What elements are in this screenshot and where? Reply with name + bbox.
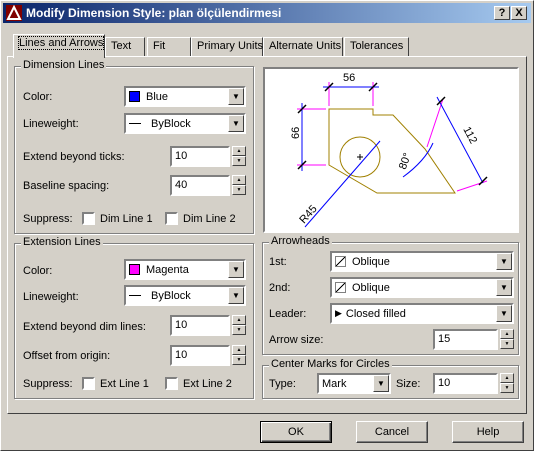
dim-line-2-label: Dim Line 2	[183, 213, 236, 225]
cancel-button[interactable]: Cancel	[356, 421, 428, 443]
help-title-button[interactable]: ?	[494, 6, 510, 20]
lineweight-sample-icon	[129, 295, 141, 296]
ext-offset-label: Offset from origin:	[23, 350, 111, 362]
dimension-preview: 56 66 112 80° R45	[263, 67, 519, 233]
arrow-size-label: Arrow size:	[269, 334, 324, 346]
ext-color-label: Color:	[23, 265, 53, 277]
dim-extend-input[interactable]: 10	[170, 146, 230, 167]
dim-color-label: Color:	[23, 91, 53, 103]
dim-baseline-label: Baseline spacing:	[23, 180, 110, 192]
tab-lines-and-arrows[interactable]: Lines and Arrows	[13, 34, 105, 58]
chevron-down-icon[interactable]: ▼	[228, 261, 244, 278]
center-type-label: Type:	[269, 378, 296, 390]
ext-offset-input[interactable]: 10	[170, 345, 230, 366]
leader-select[interactable]: ▶ Closed filled ▼	[330, 303, 514, 324]
tab-alternate-units[interactable]: Alternate Units	[263, 37, 343, 57]
ext-lineweight-label: Lineweight:	[23, 291, 79, 303]
center-size-input[interactable]: 10	[433, 373, 498, 394]
dim-color-select[interactable]: Blue ▼	[124, 86, 246, 107]
arrow-2nd-label: 2nd:	[269, 282, 291, 294]
tab-tolerances[interactable]: Tolerances	[344, 37, 409, 57]
ext-extend-input[interactable]: 10	[170, 315, 230, 336]
group-title: Extension Lines	[21, 236, 103, 248]
ext-extend-label: Extend beyond dim lines:	[23, 321, 146, 333]
arrow-1st-label: 1st:	[269, 256, 287, 268]
chevron-down-icon[interactable]: ▼	[496, 253, 512, 270]
dim-lineweight-label: Lineweight:	[23, 118, 79, 130]
ext-extend-spinner[interactable]: ▲ ▼	[232, 315, 246, 336]
chevron-down-icon[interactable]: ▼	[228, 88, 244, 105]
dim-baseline-input[interactable]: 40	[170, 175, 230, 196]
dim-line-1-checkbox[interactable]	[82, 212, 95, 225]
arrow-size-input[interactable]: 15	[433, 329, 498, 350]
preview-dim-left: 66	[290, 127, 302, 139]
preview-dim-radius: R45	[297, 203, 319, 226]
center-size-label: Size:	[396, 378, 421, 390]
close-button[interactable]: X	[511, 6, 527, 20]
group-title: Arrowheads	[269, 235, 332, 247]
dim-suppress-label: Suppress:	[23, 213, 73, 225]
chevron-down-icon[interactable]: ▼	[496, 305, 512, 322]
dialog-window: Modify Dimension Style: plan ölçülendirm…	[0, 0, 534, 451]
ext-line-2-label: Ext Line 2	[183, 378, 232, 390]
center-type-select[interactable]: Mark ▼	[317, 373, 391, 394]
ok-button[interactable]: OK	[260, 421, 332, 443]
dim-line-1-label: Dim Line 1	[100, 213, 153, 225]
center-size-spinner[interactable]: ▲ ▼	[500, 373, 514, 394]
group-title: Center Marks for Circles	[269, 358, 392, 370]
chevron-down-icon[interactable]: ▼	[228, 287, 244, 304]
lineweight-sample-icon	[129, 123, 141, 124]
dim-extend-spinner[interactable]: ▲ ▼	[232, 146, 246, 167]
autocad-app-icon	[6, 5, 22, 21]
ext-line-1-label: Ext Line 1	[100, 378, 149, 390]
leader-label: Leader:	[269, 308, 307, 320]
help-button[interactable]: Help	[452, 421, 524, 443]
dim-extend-label: Extend beyond ticks:	[23, 151, 125, 163]
ext-line-2-checkbox[interactable]	[165, 377, 178, 390]
chevron-down-icon[interactable]: ▼	[228, 115, 244, 132]
preview-dim-top: 56	[343, 72, 355, 84]
tab-text[interactable]: Text	[105, 37, 145, 57]
tab-primary-units[interactable]: Primary Units	[191, 37, 263, 57]
dim-lineweight-select[interactable]: ByBlock ▼	[124, 113, 246, 134]
dim-baseline-spinner[interactable]: ▲ ▼	[232, 175, 246, 196]
ext-offset-spinner[interactable]: ▲ ▼	[232, 345, 246, 366]
ext-color-select[interactable]: Magenta ▼	[124, 259, 246, 280]
ext-suppress-label: Suppress:	[23, 378, 73, 390]
window-title: Modify Dimension Style: plan ölçülendirm…	[26, 6, 282, 20]
dim-line-2-checkbox[interactable]	[165, 212, 178, 225]
arrow-1st-select[interactable]: Oblique ▼	[330, 251, 514, 272]
color-swatch	[129, 264, 140, 275]
oblique-arrow-icon	[335, 282, 346, 293]
color-swatch	[129, 91, 140, 102]
ext-lineweight-select[interactable]: ByBlock ▼	[124, 285, 246, 306]
group-title: Dimension Lines	[21, 59, 107, 71]
arrow-size-spinner[interactable]: ▲ ▼	[500, 329, 514, 350]
arrow-2nd-select[interactable]: Oblique ▼	[330, 277, 514, 298]
title-bar: Modify Dimension Style: plan ölçülendirm…	[3, 3, 531, 23]
tab-fit[interactable]: Fit	[147, 37, 191, 57]
oblique-arrow-icon	[335, 256, 346, 267]
preview-dim-right: 112	[460, 125, 479, 146]
chevron-down-icon[interactable]: ▼	[496, 279, 512, 296]
preview-dim-angle: 80°	[397, 151, 414, 171]
ext-line-1-checkbox[interactable]	[82, 377, 95, 390]
chevron-down-icon[interactable]: ▼	[373, 375, 389, 392]
preview-drawing: 56 66 112 80° R45	[290, 72, 488, 228]
closed-filled-arrow-icon: ▶	[335, 308, 342, 318]
